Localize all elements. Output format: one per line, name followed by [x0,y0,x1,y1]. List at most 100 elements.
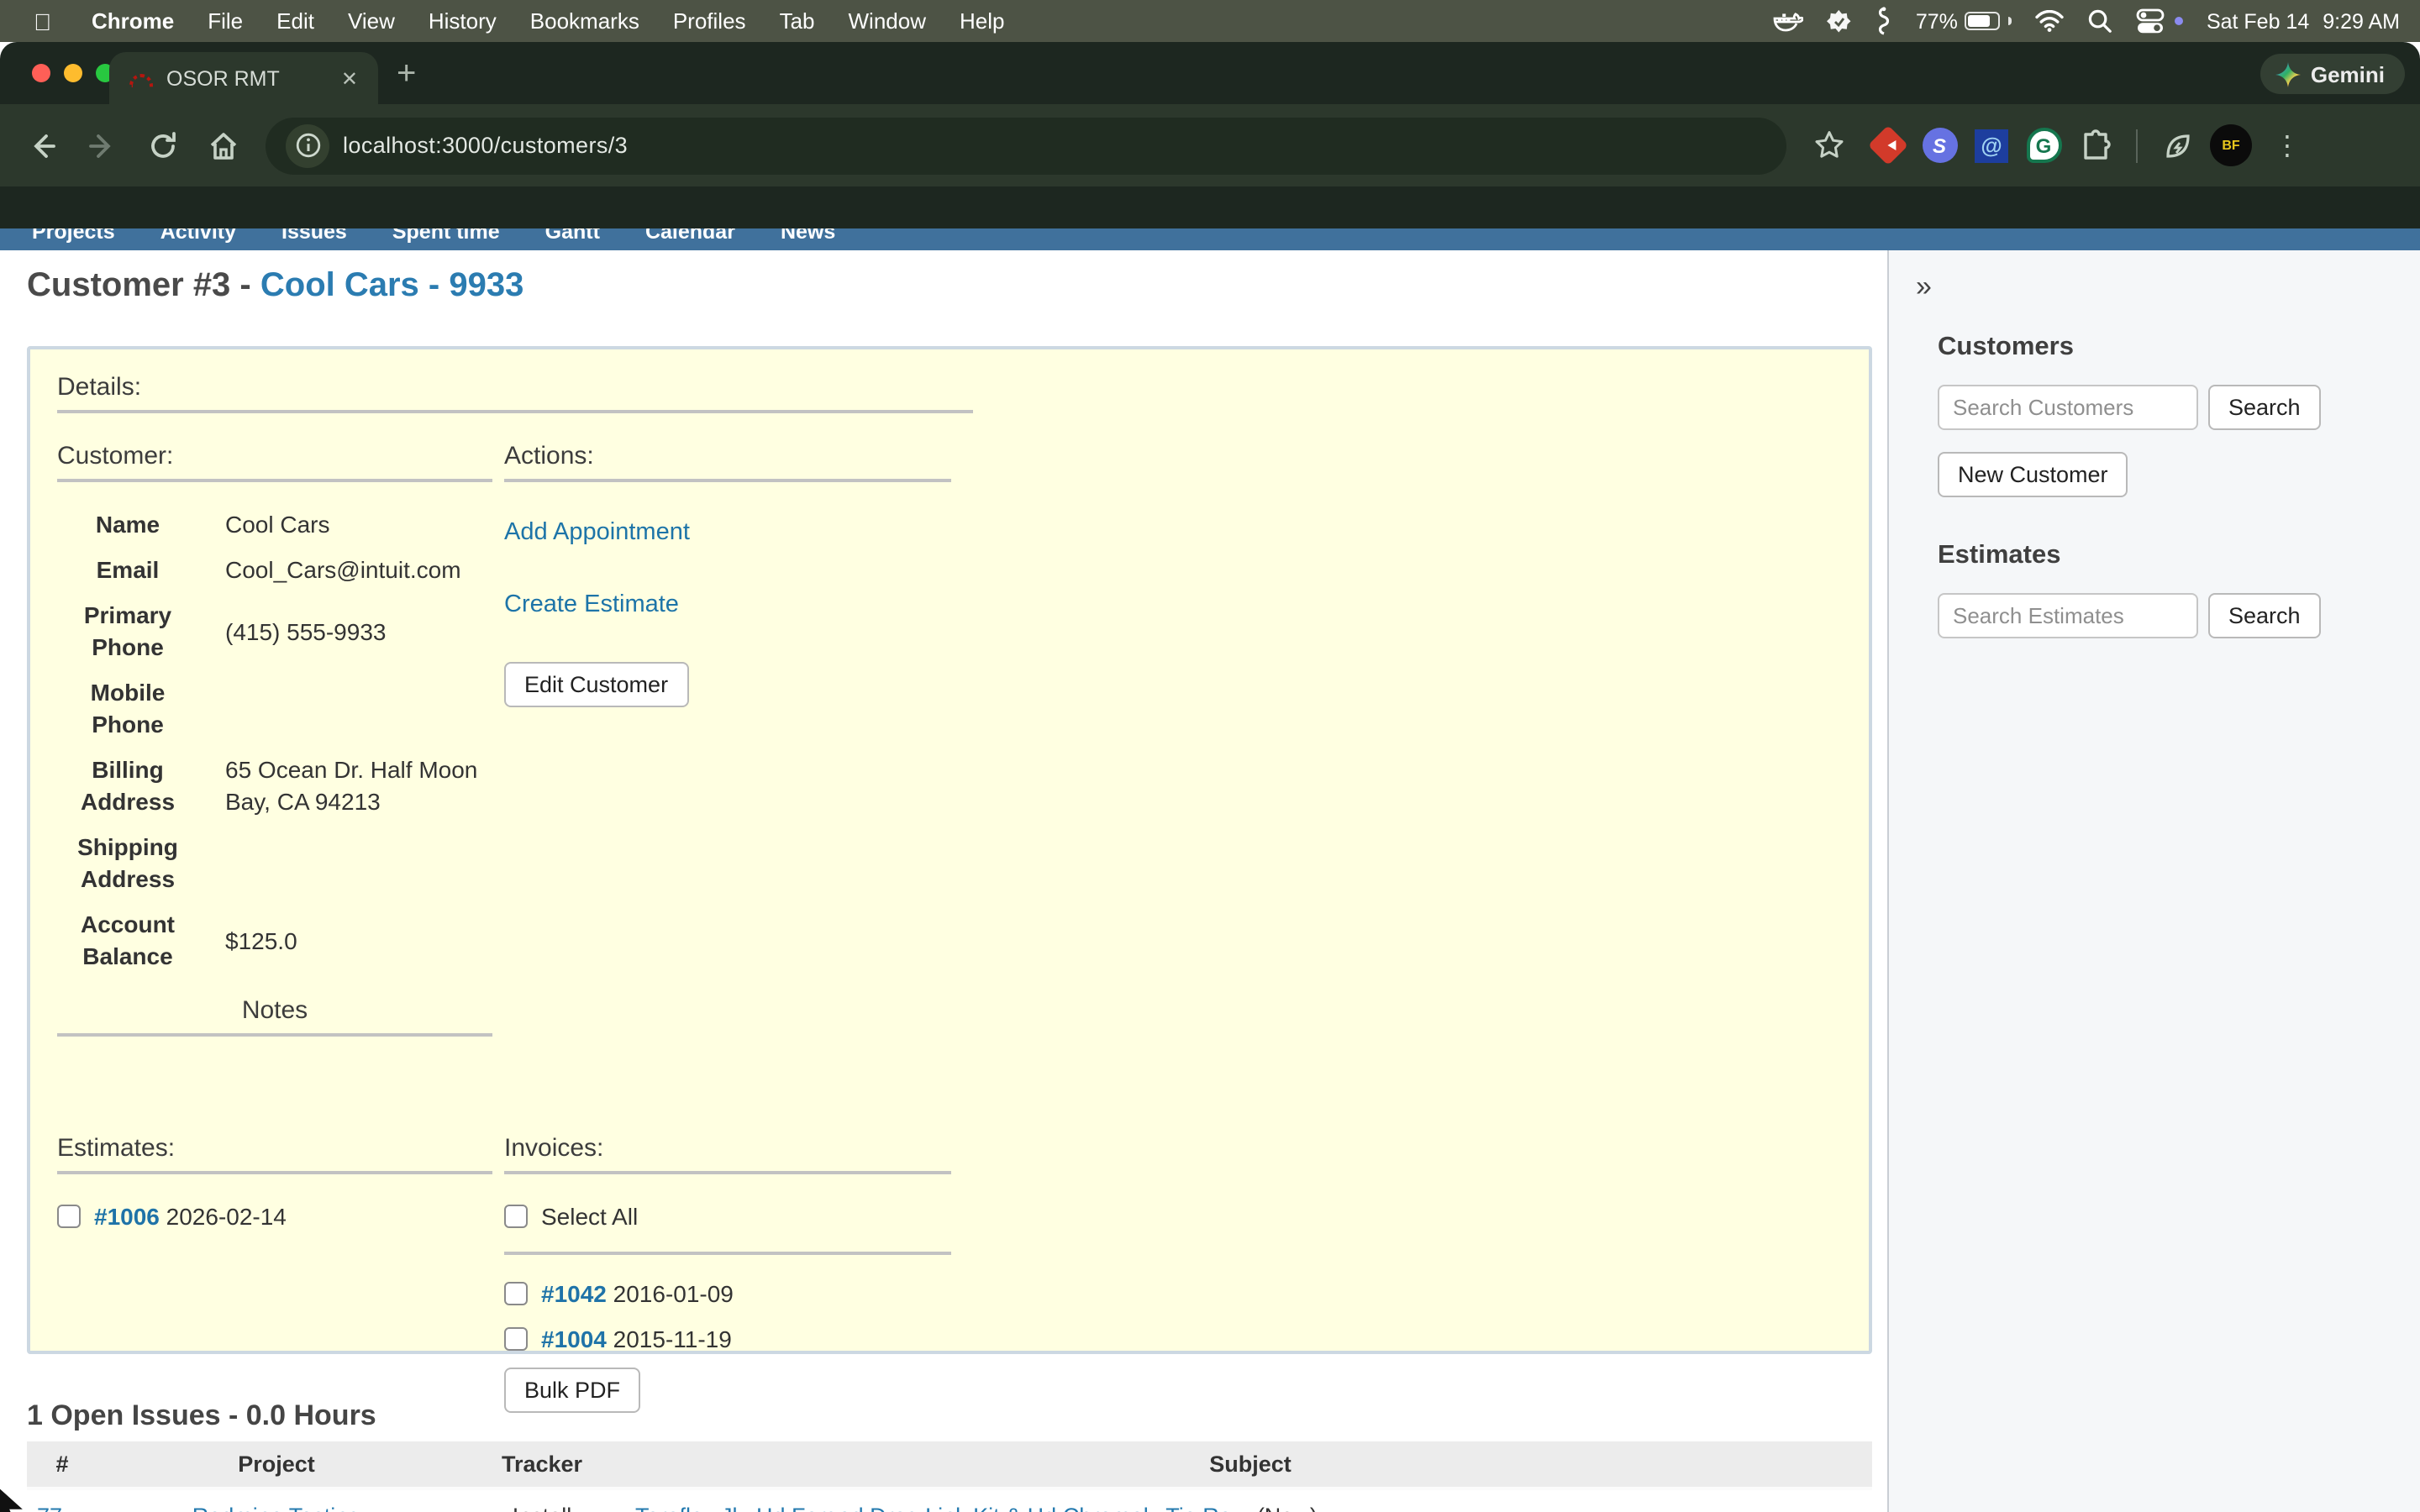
browser-tab[interactable]: OSOR RMT ✕ [109,52,378,104]
search-estimates-button[interactable]: Search [2208,593,2321,638]
search-customers-input[interactable] [1938,385,2198,430]
sidebar-collapse-icon[interactable]: » [1916,270,1932,304]
badge-status-icon[interactable] [1827,8,1852,34]
menu-history[interactable]: History [412,8,513,34]
battery-saver-leaf-icon[interactable] [2158,125,2198,165]
details-divider [57,410,973,413]
reload-button[interactable] [134,117,192,174]
back-button[interactable] [13,117,71,174]
extension-grammarly-icon[interactable]: G [2023,125,2064,165]
field-label: Email [57,554,198,586]
invoices-divider [504,1171,951,1174]
estimate-link[interactable]: #1006 [94,1203,160,1230]
profile-avatar[interactable]: BF [2210,124,2252,166]
notes-label: Notes [57,996,492,1025]
field-value: (415) 555-9933 [225,616,514,648]
nav-issues[interactable]: Issues [281,228,347,250]
extension-red-icon[interactable] [1867,125,1907,165]
invoice-row: #1004 2015-11-19 [504,1326,951,1352]
url-text[interactable]: localhost:3000/customers/3 [343,133,628,158]
menubar-date[interactable]: Sat Feb 14 [2207,9,2309,33]
redmine-favicon-icon [129,73,153,87]
estimates-divider [57,1171,492,1174]
nav-spent-time[interactable]: Spent time [392,228,500,250]
spotlight-search-icon[interactable] [2087,8,2112,34]
estimate-date: 2026-02-14 [166,1203,287,1230]
nav-gantt[interactable]: Gantt [545,228,600,250]
extension-password-icon[interactable]: @ [1971,125,2012,165]
nav-calendar[interactable]: Calendar [645,228,735,250]
field-label: Primary Phone [57,600,198,664]
field-label: Mobile Phone [57,677,198,741]
extensions-puzzle-icon[interactable] [2075,125,2116,165]
new-customer-button[interactable]: New Customer [1938,452,2128,497]
squiggle-app-icon[interactable] [1876,7,1892,35]
customer-divider [57,479,492,482]
col-tracker: Tracker [455,1441,629,1488]
field-value: 65 Ocean Dr. Half Moon Bay, CA 94213 [225,754,514,818]
tab-close-icon[interactable]: ✕ [334,66,365,90]
minimize-window-button[interactable] [64,64,82,82]
extension-squarespace-icon[interactable]: S [1919,125,1960,165]
menu-bookmarks[interactable]: Bookmarks [513,8,656,34]
field-label: Name [57,509,198,541]
select-all-label: Select All [541,1203,638,1230]
tab-title: OSOR RMT [166,66,334,90]
issue-status: (New) [1257,1504,1318,1512]
notes-divider [57,1033,492,1037]
menu-file[interactable]: File [191,8,260,34]
menu-profiles[interactable]: Profiles [656,8,763,34]
browser-toolbar: localhost:3000/customers/3 S @ G BF ⋮ [0,104,2420,186]
menu-help[interactable]: Help [943,8,1022,34]
battery-indicator[interactable]: 77% [1916,9,2012,33]
invoice-checkbox[interactable] [504,1282,528,1305]
invoices-inner-divider [504,1252,951,1255]
edit-customer-button[interactable]: Edit Customer [504,662,688,707]
open-issues-table: # Project Tracker Subject 77 Redmine Tes… [27,1441,1872,1512]
add-appointment-link[interactable]: Add Appointment [504,519,951,546]
menu-window[interactable]: Window [832,8,944,34]
estimate-checkbox[interactable] [57,1205,81,1228]
apple-logo-icon[interactable]:  [34,8,51,34]
chrome-menu-icon[interactable]: ⋮ [2264,129,2312,162]
invoice-link[interactable]: #1042 [541,1280,607,1307]
menu-edit[interactable]: Edit [260,8,331,34]
customer-details-panel: Details: Customer: Name Cool Cars Email [27,346,1872,1354]
app-top-nav: Projects Activity Issues Spent time Gant… [0,228,2420,250]
table-header-row: # Project Tracker Subject [27,1441,1872,1488]
home-button[interactable] [195,117,252,174]
menu-chrome[interactable]: Chrome [75,8,191,34]
bulk-pdf-button[interactable]: Bulk PDF [504,1368,640,1413]
menu-tab[interactable]: Tab [763,8,832,34]
site-info-icon[interactable] [286,123,329,167]
menu-view[interactable]: View [331,8,412,34]
estimates-heading: Estimates: [57,1134,492,1163]
control-center-icon[interactable] [2136,8,2165,34]
wifi-icon[interactable] [2035,10,2064,32]
new-tab-button[interactable]: + [387,55,426,94]
invoices-heading: Invoices: [504,1134,951,1163]
bookmark-star-icon[interactable] [1800,117,1857,174]
customer-name-link[interactable]: Cool Cars - 9933 [260,267,523,304]
nav-projects[interactable]: Projects [32,228,115,250]
invoice-link[interactable]: #1004 [541,1326,607,1352]
gemini-button[interactable]: Gemini [2260,54,2405,94]
create-estimate-link[interactable]: Create Estimate [504,591,951,618]
menubar-time[interactable]: 9:29 AM [2323,9,2400,33]
invoice-checkbox[interactable] [504,1327,528,1351]
issue-project-link[interactable]: Redmine Testing [192,1504,361,1512]
issue-subject-link[interactable]: Teraflex Jk: Hd Forged Drag Link Kit & H… [635,1504,1250,1512]
search-estimates-input[interactable] [1938,593,2198,638]
nav-activity[interactable]: Activity [160,228,236,250]
notification-dot [2175,17,2183,25]
forward-button[interactable] [74,117,131,174]
gemini-label: Gemini [2311,61,2385,87]
nav-news[interactable]: News [781,228,835,250]
chrome-window: OSOR RMT ✕ + Gemini localhost:3000/custo… [0,42,2420,1512]
select-all-checkbox[interactable] [504,1205,528,1228]
docker-icon[interactable] [1773,8,1803,34]
field-label: Billing Address [57,754,198,818]
search-customers-button[interactable]: Search [2208,385,2321,430]
close-window-button[interactable] [32,64,50,82]
address-bar[interactable]: localhost:3000/customers/3 [266,117,1786,174]
